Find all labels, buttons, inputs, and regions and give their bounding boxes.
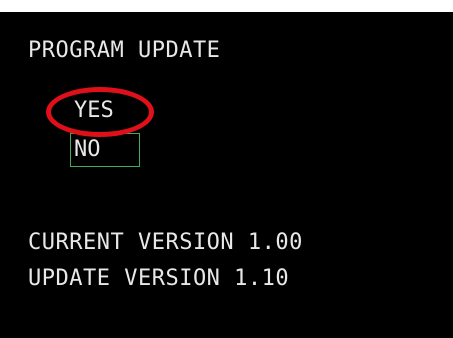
screen-title: PROGRAM UPDATE (28, 38, 221, 63)
option-yes[interactable]: YES (70, 96, 136, 125)
device-screen: PROGRAM UPDATE YES NO CURRENT VERSION 1.… (0, 12, 453, 338)
option-no[interactable]: NO (70, 133, 140, 167)
current-version-text: CURRENT VERSION 1.00 (28, 230, 303, 255)
update-version-text: UPDATE VERSION 1.10 (28, 266, 290, 291)
